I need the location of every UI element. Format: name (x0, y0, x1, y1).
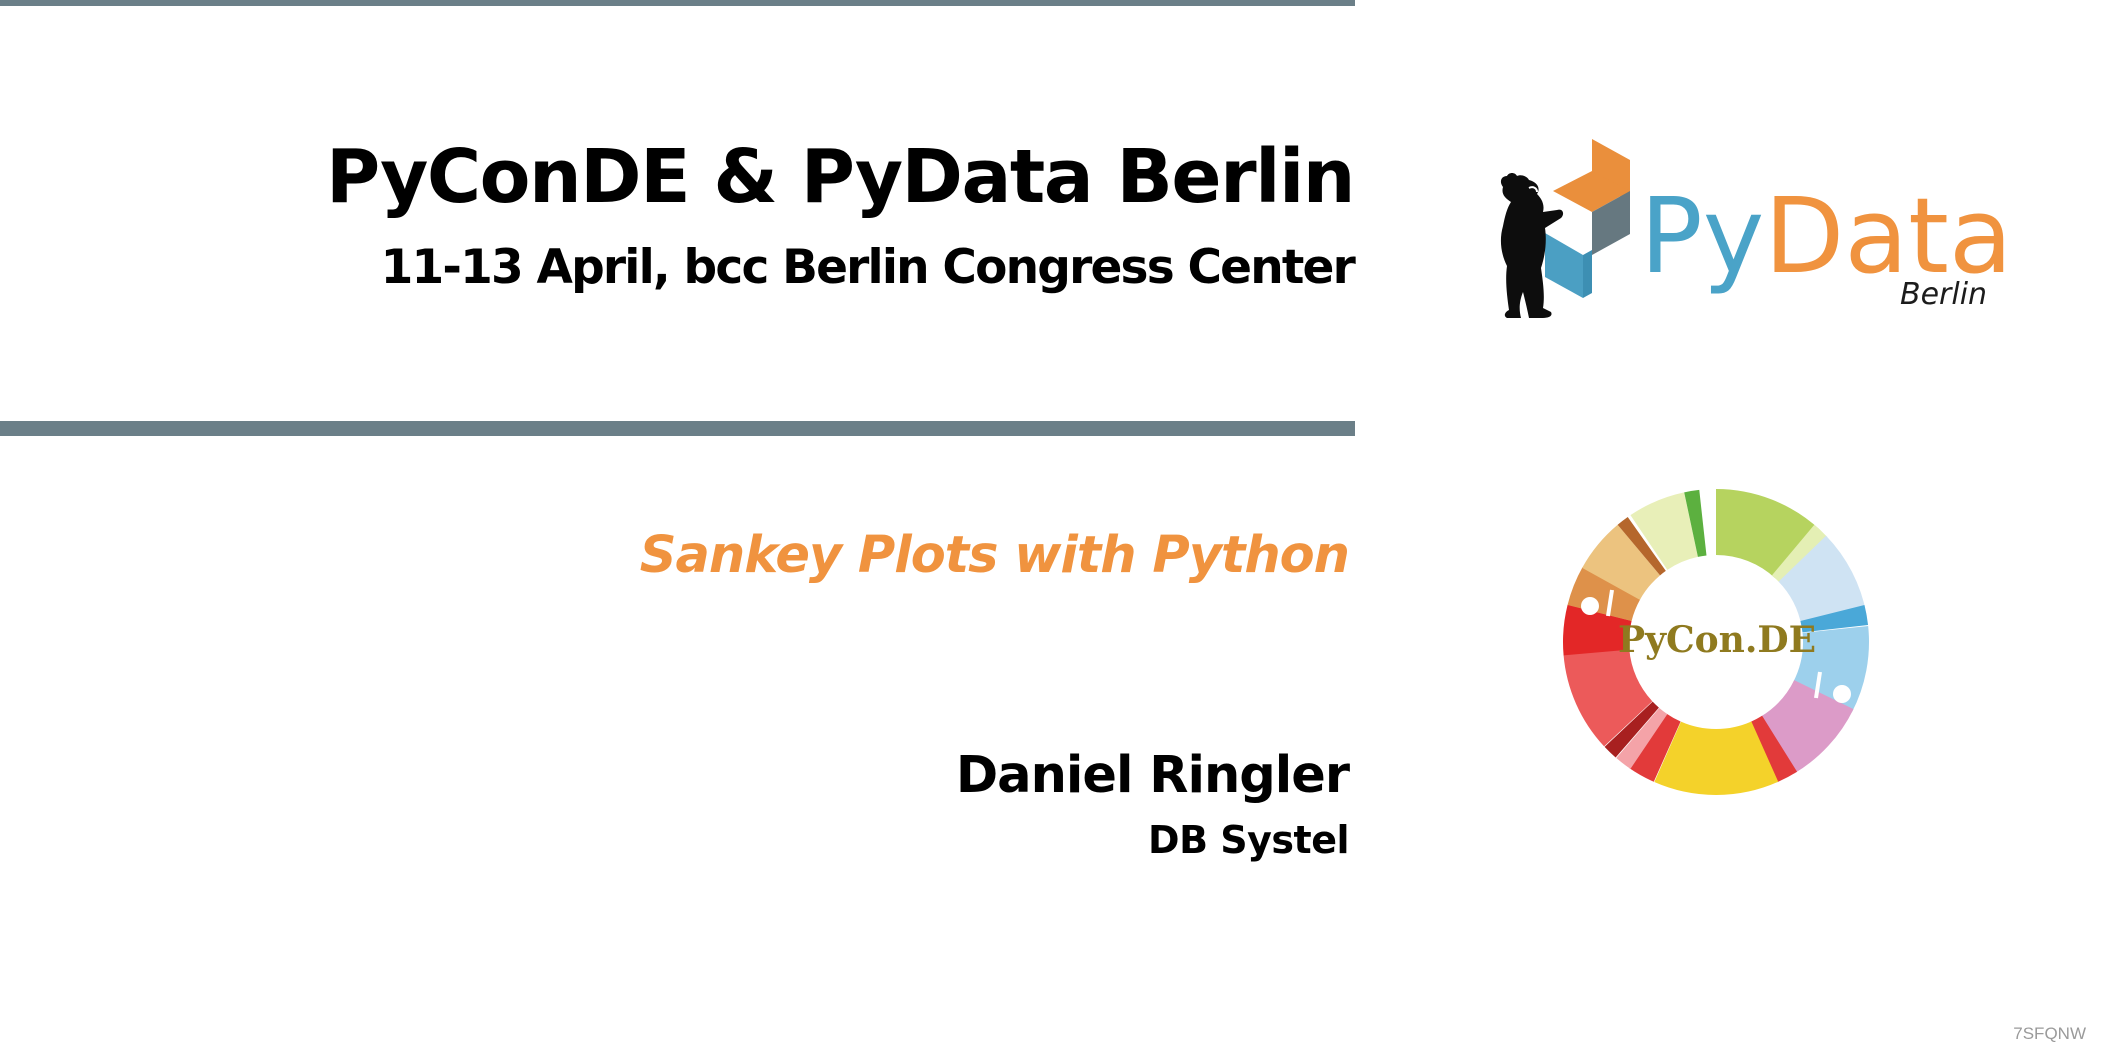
top-divider-bar (0, 0, 1355, 6)
conference-title: PyConDE & PyData Berlin (326, 134, 1356, 220)
pycon-de-wordmark: PyCon.DE (1618, 619, 1817, 661)
pydata-py-text: Py (1640, 175, 1765, 297)
speaker-name: Daniel Ringler (955, 746, 1350, 805)
talk-title: Sankey Plots with Python (639, 526, 1350, 585)
middle-divider-bar (0, 421, 1355, 436)
pydata-wordmark: PyData (1640, 184, 2013, 288)
speaker-company: DB Systel (1148, 818, 1349, 862)
title-slide: PyConDE & PyData Berlin 11-13 April, bcc… (0, 0, 2108, 1054)
slide-id-label: 7SFQNW (2013, 1024, 2086, 1043)
pydata-city-text: Berlin (1900, 277, 1988, 312)
conference-subtitle: 11-13 April, bcc Berlin Congress Center (380, 240, 1356, 295)
